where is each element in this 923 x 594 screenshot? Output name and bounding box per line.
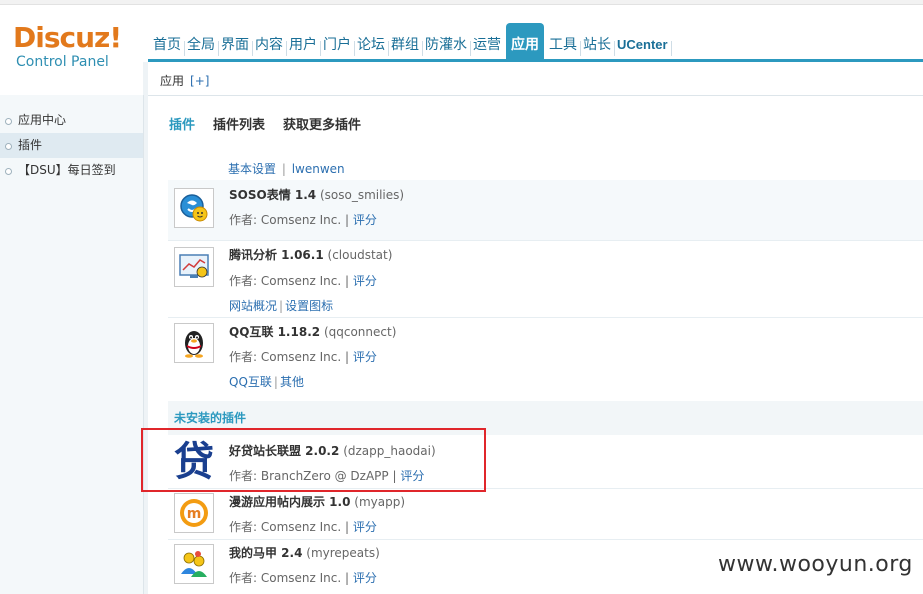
- plugin-tabs: 插件 插件列表 获取更多插件: [169, 114, 361, 133]
- link-separator: |: [281, 162, 286, 176]
- highlight-box: [141, 428, 486, 492]
- top-plugin-links: 基本设置 | lwenwen: [228, 160, 345, 177]
- logo-title: Discuz!: [13, 21, 122, 54]
- tab-plugin-list[interactable]: 插件列表: [213, 114, 265, 133]
- set-icon-link[interactable]: 设置图标: [285, 299, 333, 313]
- plugin-title: 我的马甲 2.4 (myrepeats): [229, 544, 380, 561]
- plugin-links: QQ互联 | 其他: [229, 373, 304, 390]
- plugin-title: QQ互联 1.18.2 (qqconnect): [229, 323, 396, 340]
- author-text: 作者: Comsenz Inc.: [229, 520, 342, 534]
- separator: |: [345, 350, 350, 364]
- nav-tools[interactable]: 工具: [546, 23, 581, 59]
- plugin-name: 腾讯分析 1.06.1: [229, 248, 324, 262]
- plugin-id: (myrepeats): [306, 546, 380, 560]
- rate-link[interactable]: 评分: [353, 274, 377, 288]
- myapp-m-glyph: m: [187, 506, 202, 522]
- separator: |: [345, 571, 350, 585]
- top-nav: 首页 全局 界面 内容 用户 门户 论坛 群组 防灌水 运营 应用 工具 站长 …: [150, 19, 672, 59]
- header: Discuz! Control Panel 首页 全局 界面 内容 用户 门户 …: [0, 0, 923, 70]
- plugin-id: (myapp): [354, 495, 406, 509]
- link-separator: |: [273, 375, 278, 389]
- nav-interface[interactable]: 界面: [218, 23, 253, 59]
- rate-link[interactable]: 评分: [353, 213, 377, 227]
- logo[interactable]: Discuz! Control Panel: [13, 21, 122, 71]
- logo-exclaim: !: [109, 21, 122, 54]
- separator: |: [345, 213, 350, 227]
- top-strip: [0, 0, 923, 5]
- plugin-row: 腾讯分析 1.06.1 (cloudstat) 作者: Comsenz Inc.…: [168, 241, 923, 318]
- plugin-name: QQ互联 1.18.2: [229, 325, 321, 339]
- sidebar-item-dsu-signin[interactable]: 【DSU】每日签到: [0, 158, 143, 183]
- logo-word: Discuz: [13, 21, 110, 54]
- author-text: 作者: Comsenz Inc.: [229, 571, 342, 585]
- myapp-m-icon: m: [174, 493, 214, 533]
- plugin-name: 漫游应用帖内展示 1.0: [229, 495, 351, 509]
- plugin-name: 我的马甲 2.4: [229, 546, 303, 560]
- plugin-author: 作者: Comsenz Inc. | 评分: [229, 569, 377, 586]
- users-icon: [174, 544, 214, 584]
- site-overview-link[interactable]: 网站概况: [229, 299, 277, 313]
- nav-operations[interactable]: 运营: [470, 23, 504, 59]
- rate-link[interactable]: 评分: [353, 571, 377, 585]
- plugin-row: m 漫游应用帖内展示 1.0 (myapp) 作者: Comsenz Inc. …: [168, 489, 923, 540]
- nav-content[interactable]: 内容: [252, 23, 287, 59]
- lwenwen-link[interactable]: lwenwen: [292, 162, 345, 176]
- nav-webmaster[interactable]: 站长: [580, 23, 615, 59]
- nav-forum[interactable]: 论坛: [354, 23, 389, 59]
- sidebar-item-plugins[interactable]: 插件: [0, 133, 143, 158]
- nav-antispam[interactable]: 防灌水: [422, 23, 471, 59]
- breadcrumb-title: 应用: [160, 74, 185, 88]
- rate-link[interactable]: 评分: [353, 350, 377, 364]
- plugin-row: SOSO表情 1.4 (soso_smilies) 作者: Comsenz In…: [168, 180, 923, 241]
- plugin-author: 作者: Comsenz Inc. | 评分: [229, 272, 377, 289]
- plugin-id: (qqconnect): [323, 325, 397, 339]
- sidebar: 应用中心 插件 【DSU】每日签到: [0, 95, 144, 594]
- plugin-title: 腾讯分析 1.06.1 (cloudstat): [229, 246, 392, 263]
- tab-plugins[interactable]: 插件: [169, 114, 195, 133]
- plugin-id: (cloudstat): [327, 248, 393, 262]
- nav-groups[interactable]: 群组: [388, 23, 423, 59]
- link-separator: |: [279, 299, 284, 313]
- nav-home[interactable]: 首页: [150, 23, 185, 59]
- plugin-title: 漫游应用帖内展示 1.0 (myapp): [229, 493, 405, 510]
- nav-global[interactable]: 全局: [184, 23, 219, 59]
- nav-users[interactable]: 用户: [286, 23, 321, 59]
- nav-apps[interactable]: 应用: [506, 23, 544, 59]
- add-shortcut-button[interactable]: [+]: [190, 74, 209, 88]
- plugin-name: SOSO表情 1.4: [229, 188, 317, 202]
- qq-connect-link[interactable]: QQ互联: [229, 375, 272, 389]
- plugin-author: 作者: Comsenz Inc. | 评分: [229, 518, 377, 535]
- plugin-row: QQ互联 1.18.2 (qqconnect) 作者: Comsenz Inc.…: [168, 318, 923, 401]
- author-text: 作者: Comsenz Inc.: [229, 274, 342, 288]
- other-link[interactable]: 其他: [280, 375, 304, 389]
- watermark: www.wooyun.org: [718, 552, 913, 577]
- rate-link[interactable]: 评分: [353, 520, 377, 534]
- nav-portal[interactable]: 门户: [320, 23, 355, 59]
- author-text: 作者: Comsenz Inc.: [229, 350, 342, 364]
- analytics-icon: [174, 247, 214, 287]
- author-text: 作者: Comsenz Inc.: [229, 213, 342, 227]
- breadcrumb: 应用 [+]: [148, 62, 923, 96]
- plugin-author: 作者: Comsenz Inc. | 评分: [229, 211, 377, 228]
- soso-smile-icon: [174, 188, 214, 228]
- breadcrumb-text: 应用 [+]: [160, 72, 209, 89]
- sidebar-item-app-center[interactable]: 应用中心: [0, 108, 143, 133]
- tab-get-more[interactable]: 获取更多插件: [283, 114, 361, 133]
- plugin-links: 网站概况 | 设置图标: [229, 297, 333, 314]
- plugin-id: (soso_smilies): [319, 188, 405, 202]
- main-content: 插件 插件列表 获取更多插件 基本设置 | lwenwen SOSO表情 1.4…: [148, 96, 923, 594]
- plugin-author: 作者: Comsenz Inc. | 评分: [229, 348, 377, 365]
- basic-settings-link[interactable]: 基本设置: [228, 162, 276, 176]
- separator: |: [345, 520, 350, 534]
- separator: |: [345, 274, 350, 288]
- qq-penguin-icon: [174, 323, 214, 363]
- nav-ucenter[interactable]: UCenter: [614, 23, 672, 59]
- logo-subtitle: Control Panel: [16, 54, 109, 70]
- plugin-title: SOSO表情 1.4 (soso_smilies): [229, 186, 404, 203]
